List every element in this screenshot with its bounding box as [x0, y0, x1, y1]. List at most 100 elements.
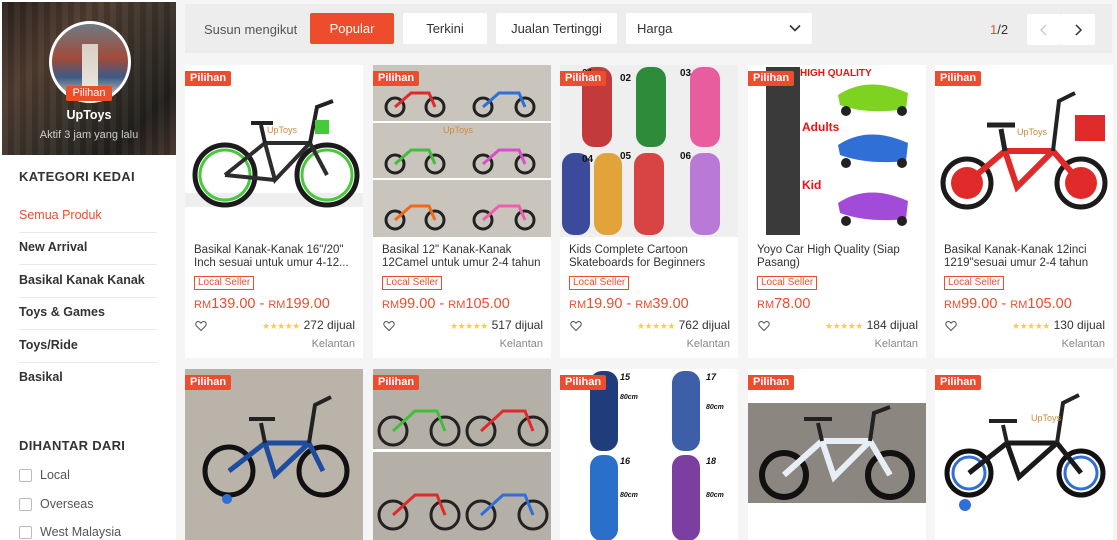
shop-location: Kelantan: [499, 338, 543, 350]
sort-label: Susun mengikut: [204, 22, 298, 37]
product-card[interactable]: Pilihan: [185, 369, 363, 540]
product-card[interactable]: UpToys Pilihan Basikal Kanak-Kanak 16"/2…: [185, 65, 363, 358]
local-seller-tag: Local Seller: [569, 276, 630, 290]
ship-option-label: Overseas: [40, 497, 94, 511]
preferred-badge: Pilihan: [373, 375, 420, 390]
product-name[interactable]: Basikal Kanak-Kanak 16"/20" Inch sesuai …: [194, 244, 356, 270]
product-image[interactable]: UpToys: [185, 65, 363, 237]
svg-text:Kid: Kid: [802, 178, 821, 192]
ship-option-overseas[interactable]: Overseas: [19, 497, 94, 511]
rating-stars: ★★★★★: [262, 321, 300, 331]
category-toys-games[interactable]: Toys & Games: [19, 305, 157, 319]
svg-text:80cm: 80cm: [706, 404, 724, 411]
preferred-badge: Pilihan: [748, 375, 795, 390]
shop-active-status: Aktif 3 jam yang lalu: [39, 129, 139, 141]
category-toys-ride[interactable]: Toys/Ride: [19, 338, 157, 352]
product-image[interactable]: 15 17 16 18 80cm 80cm 80cm 80cm: [560, 369, 738, 540]
category-new-arrival[interactable]: New Arrival: [19, 240, 157, 254]
shop-location: Kelantan: [686, 338, 730, 350]
product-card[interactable]: UpToys Pilihan Basikal 12" Kanak-Kanak 1…: [373, 65, 551, 358]
preferred-badge: Pilihan: [373, 71, 420, 86]
heart-icon[interactable]: [758, 320, 770, 332]
product-card[interactable]: Pilihan: [748, 369, 926, 540]
svg-text:80cm: 80cm: [620, 492, 638, 499]
price-select-label: Harga: [637, 21, 673, 36]
bicycle-image: [185, 369, 363, 540]
heart-icon[interactable]: [383, 320, 395, 332]
product-card[interactable]: UpToys Pilihan: [935, 369, 1113, 540]
local-seller-tag: Local Seller: [382, 276, 443, 290]
heart-icon[interactable]: [570, 320, 582, 332]
product-card[interactable]: 15 17 16 18 80cm 80cm 80cm 80cm Pilihan: [560, 369, 738, 540]
product-image[interactable]: [185, 369, 363, 540]
preferred-badge: Pilihan: [66, 86, 112, 101]
skateboards-image: 01 02 03 04 05 06: [560, 65, 738, 237]
preferred-badge: Pilihan: [185, 375, 232, 390]
product-image[interactable]: [748, 369, 926, 540]
ship-option-west-malaysia[interactable]: West Malaysia: [19, 525, 121, 539]
shop-location: Kelantan: [1061, 338, 1105, 350]
product-name[interactable]: Yoyo Car High Quality (Siap Pasang): [757, 244, 919, 270]
skateboards-image: 15 17 16 18 80cm 80cm 80cm 80cm: [590, 371, 724, 540]
chevron-down-icon: [789, 24, 801, 32]
shop-location: Kelantan: [311, 338, 355, 350]
local-seller-tag: Local Seller: [944, 276, 1005, 290]
sort-top-sales-button[interactable]: Jualan Tertinggi: [496, 13, 617, 44]
product-image[interactable]: UpToys: [935, 65, 1113, 237]
ship-option-label: West Malaysia: [40, 525, 122, 539]
page-total: /2: [997, 22, 1009, 37]
product-card[interactable]: UpToys Pilihan Basikal Kanak-Kanak 12inc…: [935, 65, 1113, 358]
product-name[interactable]: Basikal 12" Kanak-Kanak 12Camel untuk um…: [382, 244, 544, 270]
category-all-products[interactable]: Semua Produk: [19, 208, 157, 222]
product-image[interactable]: 01 02 03 04 05 06: [560, 65, 738, 237]
svg-text:04: 04: [582, 154, 594, 165]
next-page-button[interactable]: [1061, 14, 1095, 45]
product-card[interactable]: 01 02 03 04 05 06 Pilihan Kids Complete …: [560, 65, 738, 358]
local-seller-tag: Local Seller: [194, 276, 255, 290]
sold-count: 762 dijual: [678, 318, 730, 332]
category-bicycle[interactable]: Basikal: [19, 370, 157, 384]
preferred-badge: Pilihan: [185, 71, 232, 86]
sold-count: 272 dijual: [303, 318, 355, 332]
checkbox[interactable]: [19, 468, 32, 482]
category-kids-bicycle[interactable]: Basikal Kanak Kanak: [19, 273, 157, 287]
heart-icon[interactable]: [195, 320, 207, 332]
bicycle-image: UpToys: [944, 393, 1106, 511]
product-name[interactable]: Basikal Kanak-Kanak 12inci 1219"sesuai u…: [944, 244, 1106, 270]
bicycle-image: UpToys: [185, 99, 363, 208]
ship-option-local[interactable]: Local: [19, 468, 70, 482]
product-image[interactable]: HIGH QUALITY Adults Kid: [748, 65, 926, 237]
sold-count: 130 dijual: [1053, 318, 1105, 332]
divider: [19, 297, 157, 298]
category-title: KATEGORI KEDAI: [19, 169, 135, 184]
svg-text:18: 18: [706, 456, 716, 466]
rating-stars: ★★★★★: [450, 321, 488, 331]
product-card[interactable]: HIGH QUALITY Adults Kid Pilihan Yoyo Car…: [748, 65, 926, 358]
page-indicator: 1/2: [990, 22, 1008, 37]
sort-bar: Susun mengikut Popular Terkini Jualan Te…: [185, 4, 1112, 53]
price-sort-select[interactable]: Harga: [626, 13, 812, 44]
sort-popular-button[interactable]: Popular: [310, 13, 394, 44]
product-image[interactable]: UpToys: [935, 369, 1113, 540]
shop-name[interactable]: UpToys: [2, 108, 176, 122]
bicycle-image: [748, 369, 926, 540]
svg-text:03: 03: [680, 68, 692, 79]
product-image[interactable]: UpToys: [373, 65, 551, 237]
rating-stars: ★★★★★: [1012, 321, 1050, 331]
sold-count: 184 dijual: [866, 318, 918, 332]
local-seller-tag: Local Seller: [757, 276, 818, 290]
chevron-left-icon: [1039, 24, 1047, 36]
checkbox[interactable]: [19, 525, 32, 539]
checkbox[interactable]: [19, 497, 32, 511]
shop-header[interactable]: Pilihan UpToys Aktif 3 jam yang lalu: [2, 2, 176, 155]
bicycle-grid-image: UpToys: [373, 65, 551, 237]
product-image[interactable]: [373, 369, 551, 540]
product-price: RM19.90 - RM39.00: [569, 296, 689, 312]
product-name[interactable]: Kids Complete Cartoon Skateboards for Be…: [569, 244, 731, 270]
svg-text:06: 06: [680, 151, 692, 162]
product-card[interactable]: Pilihan: [373, 369, 551, 540]
heart-icon[interactable]: [945, 320, 957, 332]
prev-page-button[interactable]: [1027, 14, 1061, 45]
rating-stars: ★★★★★: [825, 321, 863, 331]
sort-latest-button[interactable]: Terkini: [403, 13, 487, 44]
